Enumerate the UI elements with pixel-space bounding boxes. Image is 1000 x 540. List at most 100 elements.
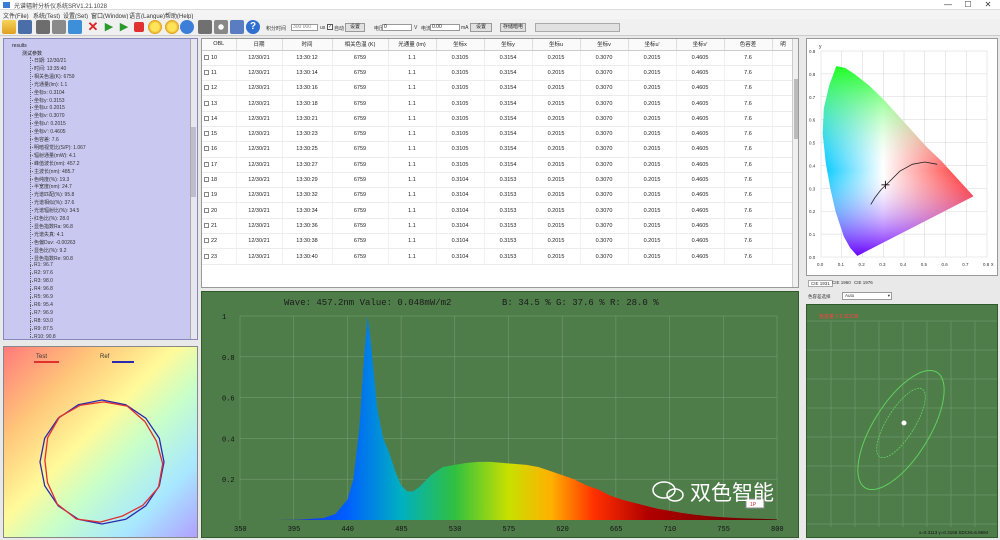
column-header[interactable]: 明 xyxy=(772,39,795,51)
lamp2-icon[interactable] xyxy=(165,20,179,34)
table-row[interactable]: 15 12/30/21 13:30:23 6759 1.1 0.3105 0.3154 0.2… xyxy=(202,126,795,143)
tree-item[interactable]: 红色比(%): 28.0 xyxy=(29,215,69,222)
tree-item[interactable]: R6: 95.4 xyxy=(30,302,53,309)
voltage-input[interactable]: 0 xyxy=(382,24,412,31)
tree-item[interactable]: R10: 90.8 xyxy=(30,334,56,339)
chart-icon[interactable] xyxy=(230,20,244,34)
column-header[interactable]: 坐标v' xyxy=(676,39,725,51)
minimize-button[interactable]: — xyxy=(940,0,956,10)
tree-item[interactable]: 坐标u: 0.2015 xyxy=(30,104,65,111)
tree-item[interactable]: 坐标u': 0.2015 xyxy=(30,120,66,127)
set-power-button[interactable]: 设置 xyxy=(470,23,492,32)
tree-item[interactable]: 明暗视觉比(S/P): 1.067 xyxy=(30,144,86,151)
run-icon[interactable]: ▶ xyxy=(102,20,116,34)
tree-item[interactable]: 色容差: 7.6 xyxy=(30,136,59,143)
column-header[interactable]: 坐标u xyxy=(532,39,581,51)
tree-item[interactable]: 光谱匹配(%): 95.8 xyxy=(29,191,74,198)
tree-item[interactable]: 半宽度(nm): 24.7 xyxy=(30,183,72,190)
tree-item[interactable]: R9: 87.5 xyxy=(30,326,53,333)
tree-item[interactable]: 主波长(nm): 485.7 xyxy=(30,168,75,175)
row-checkbox[interactable] xyxy=(204,100,209,106)
table-row[interactable]: 17 12/30/21 13:30:27 6759 1.1 0.3105 0.3154 0.2… xyxy=(202,157,795,173)
table-row[interactable]: 12 12/30/21 13:30:16 6759 1.1 0.3105 0.3154 0.2… xyxy=(202,80,795,97)
table-row[interactable]: 16 12/30/21 13:30:25 6759 1.1 0.3105 0.3154 0.2… xyxy=(202,141,795,158)
tree-item[interactable]: 色纯度(%): 19.3 xyxy=(29,176,69,183)
table-row[interactable]: 19 12/30/21 13:30:32 6759 1.1 0.3104 0.3153 0.2… xyxy=(202,187,795,204)
row-checkbox[interactable] xyxy=(204,69,209,75)
row-checkbox[interactable] xyxy=(204,192,209,198)
row-checkbox[interactable] xyxy=(204,207,209,213)
paste-icon[interactable] xyxy=(52,20,66,34)
tree-item[interactable]: 坐标x: 0.3104 xyxy=(30,89,65,96)
tree-item[interactable]: R5: 96.9 xyxy=(30,294,53,301)
store-dark-button[interactable]: 存储暗电 xyxy=(500,23,526,32)
tree-item[interactable]: 辐射通量(mW): 4.1 xyxy=(30,152,76,159)
export-icon[interactable] xyxy=(68,20,82,34)
tab-cie1976[interactable]: CIE 1976 xyxy=(854,280,873,285)
tree-item[interactable]: 坐标v': 0.4605 xyxy=(30,128,66,135)
tree-item[interactable]: 相关色温(K): 6759 xyxy=(30,73,75,80)
save-icon[interactable] xyxy=(18,20,32,34)
column-header[interactable]: 坐标y xyxy=(484,39,533,51)
tree-item[interactable]: 光通量(lm): 1.1 xyxy=(29,81,67,88)
tree-item[interactable]: 时间: 13:35:40 xyxy=(29,65,66,72)
integration-input[interactable]: 300 000 xyxy=(291,24,318,31)
tree-item[interactable]: 峰值波长(nm): 457.2 xyxy=(30,160,80,167)
tree-item[interactable]: R8: 93.0 xyxy=(30,318,53,325)
tree-scroll-thumb[interactable] xyxy=(191,127,196,197)
help-icon[interactable]: ? xyxy=(246,20,260,34)
column-header[interactable]: 相关色温 (K) xyxy=(332,39,389,51)
copy-icon[interactable] xyxy=(36,20,50,34)
tree-item[interactable]: R7: 96.9 xyxy=(30,310,53,317)
table-row[interactable]: 20 12/30/21 13:30:34 6759 1.1 0.3104 0.3153 0.2… xyxy=(202,202,795,219)
run-all-icon[interactable]: ▶ xyxy=(117,20,131,34)
row-checkbox[interactable] xyxy=(204,177,209,183)
tree-node[interactable]: 测试参数 xyxy=(22,50,42,57)
row-checkbox[interactable] xyxy=(204,222,209,228)
table-row[interactable]: 21 12/30/21 13:30:36 6759 1.1 0.3104 0.3153 0.2… xyxy=(202,218,795,235)
row-checkbox[interactable] xyxy=(204,85,209,91)
row-checkbox[interactable] xyxy=(204,146,209,152)
row-checkbox[interactable] xyxy=(204,115,209,121)
table-row[interactable]: 13 12/30/21 13:30:18 6759 1.1 0.3105 0.3154 0.2… xyxy=(202,95,795,112)
tree-item[interactable]: 日期: 12/30/21 xyxy=(29,57,66,64)
maximize-button[interactable]: ☐ xyxy=(960,0,976,10)
current-input[interactable]: 0.00 xyxy=(430,24,460,31)
column-header[interactable]: 时间 xyxy=(282,39,333,51)
table-scrollbar[interactable] xyxy=(792,39,798,287)
column-header[interactable]: 日期 xyxy=(236,39,283,51)
settings-icon[interactable] xyxy=(214,20,228,34)
tree-item[interactable]: 坐标v: 0.3070 xyxy=(30,112,65,119)
auto-checkbox[interactable]: ✓ xyxy=(327,24,333,30)
tree-item[interactable]: 光谱失真: 4.1 xyxy=(30,231,64,238)
table-row[interactable]: 11 12/30/21 13:30:14 6759 1.1 0.3105 0.3154 0.2… xyxy=(202,65,795,82)
delete-icon[interactable]: ✕ xyxy=(86,20,100,34)
tree-item[interactable]: 光谱相似(%): 37.6 xyxy=(29,199,74,206)
tab-cie1960[interactable]: CIE 1960 xyxy=(832,280,851,285)
tree-item[interactable]: R3: 98.0 xyxy=(30,278,53,285)
row-checkbox[interactable] xyxy=(204,54,209,60)
column-header[interactable]: 色容差 xyxy=(724,39,773,51)
tree-item[interactable]: R2: 97.6 xyxy=(30,270,53,277)
tree-item[interactable]: 显色比(%): 9.2 xyxy=(30,247,67,254)
table-row[interactable]: 14 12/30/21 13:30:21 6759 1.1 0.3105 0.3154 0.2… xyxy=(202,111,795,127)
tree-item[interactable]: 显色指数Ra: 96.8 xyxy=(30,223,73,230)
table-row[interactable]: 23 12/30/21 13:30:40 6759 1.1 0.3104 0.3153 0.2… xyxy=(202,248,795,265)
tree-item[interactable]: 坐标y: 0.3153 xyxy=(30,97,65,104)
refresh-icon[interactable] xyxy=(180,20,194,34)
table-row[interactable]: 22 12/30/21 13:30:38 6759 1.1 0.3104 0.3153 0.2… xyxy=(202,233,795,250)
tree-item[interactable]: 光谱辐射比(%): 34.5 xyxy=(29,207,79,214)
calculator-icon[interactable] xyxy=(198,20,212,34)
column-header[interactable]: OBL xyxy=(202,39,237,51)
cct-select[interactable]: Auto ▾ xyxy=(842,292,892,300)
tree-item[interactable]: 显色指数Re: 90.8 xyxy=(30,255,73,262)
column-header[interactable]: 坐标x xyxy=(436,39,485,51)
column-header[interactable]: 坐标u' xyxy=(628,39,677,51)
row-checkbox[interactable] xyxy=(204,238,209,244)
tree-item[interactable]: 色偏Duv: -0.00263 xyxy=(29,239,75,246)
lamp-icon[interactable] xyxy=(148,20,162,34)
tab-cie1931[interactable]: CIE 1931 xyxy=(808,280,833,287)
tree-item[interactable]: R4: 96.8 xyxy=(30,286,53,293)
open-icon[interactable] xyxy=(2,20,16,34)
column-header[interactable]: 坐标v xyxy=(580,39,629,51)
